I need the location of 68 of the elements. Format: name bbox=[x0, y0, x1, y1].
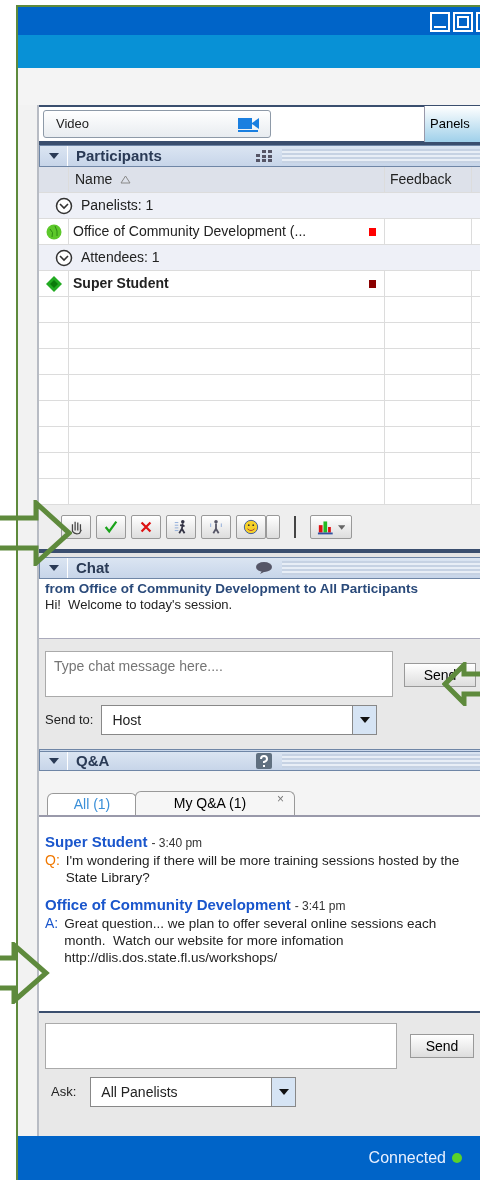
collapse-icon[interactable] bbox=[55, 248, 73, 267]
entry-text: I'm wondering if there will be more training sessions hosted by the State Library? bbox=[65, 852, 461, 886]
timestamp: - 3:41 pm bbox=[294, 899, 346, 913]
table-cell bbox=[39, 349, 69, 375]
help-icon bbox=[256, 753, 272, 769]
speech-bubble-icon bbox=[256, 562, 272, 574]
caret-icon bbox=[337, 524, 345, 530]
sort-ascending-icon bbox=[120, 175, 132, 184]
participant-name: Office of Community Development (... bbox=[73, 222, 307, 241]
panel-title: Q&A bbox=[75, 750, 111, 771]
table-cell bbox=[39, 453, 69, 479]
video-camera-icon bbox=[238, 116, 260, 132]
panels-button[interactable]: Panels bbox=[424, 106, 480, 142]
chat-input[interactable]: Type chat message here.... bbox=[45, 651, 393, 697]
checkmark-icon bbox=[103, 518, 119, 536]
collapse-icon[interactable] bbox=[55, 196, 73, 215]
column-header[interactable]: Feedback bbox=[385, 167, 472, 193]
timestamp: - 3:40 pm bbox=[151, 836, 203, 850]
field-label: Ask: bbox=[51, 1083, 77, 1102]
diamond-icon bbox=[44, 274, 63, 293]
group-label: Panelists: 1 bbox=[81, 196, 154, 215]
column-header bbox=[39, 167, 69, 193]
tab-close-button[interactable]: × bbox=[277, 792, 284, 806]
table-cell bbox=[39, 401, 69, 427]
panel-title: Chat bbox=[75, 557, 111, 578]
recipient-dropdown[interactable]: Host bbox=[101, 705, 378, 735]
table-cell[interactable]: Super Student bbox=[69, 271, 385, 297]
entry-marker: A: bbox=[45, 915, 59, 933]
author-name: Office of Community Development bbox=[45, 896, 291, 913]
grid-dots-icon bbox=[256, 150, 272, 162]
poll-button[interactable] bbox=[310, 515, 352, 539]
caret-icon bbox=[359, 717, 370, 723]
group-row[interactable]: Panelists: 1 bbox=[39, 193, 480, 219]
toolbar-button[interactable] bbox=[201, 515, 231, 539]
column-header[interactable]: Name bbox=[69, 167, 385, 193]
emoticon-icon bbox=[243, 518, 259, 536]
author-name: Super Student bbox=[45, 833, 148, 850]
table-cell bbox=[39, 323, 69, 349]
entry-text: Great question... we plan to offer several online sessions each month. Watch our website for more infomation http://dlis.dos.state.fl.us/workshops/ bbox=[64, 915, 438, 966]
toolbar-button[interactable] bbox=[236, 515, 266, 539]
chat-sender: from Office of Community Development to All Participants bbox=[45, 581, 420, 597]
video-selector[interactable]: Video bbox=[43, 110, 271, 138]
participant-name: Super Student bbox=[73, 274, 169, 293]
caret-icon bbox=[278, 1089, 289, 1095]
connection-status: Connected bbox=[368, 1148, 446, 1168]
collapse-arrow-icon[interactable] bbox=[47, 757, 60, 765]
globe-icon bbox=[45, 223, 62, 240]
entry-marker: Q: bbox=[45, 852, 60, 870]
minimize-icon[interactable] bbox=[430, 12, 450, 32]
table-cell bbox=[39, 375, 69, 401]
toolbar-button[interactable] bbox=[166, 515, 196, 539]
table-cell bbox=[39, 427, 69, 453]
tab[interactable]: My Q&A (1) × bbox=[135, 791, 295, 815]
panel-title: Participants bbox=[75, 145, 163, 166]
walking-figure-icon bbox=[208, 518, 224, 536]
question-input[interactable] bbox=[45, 1023, 397, 1069]
send-button[interactable]: Send bbox=[410, 1034, 474, 1058]
maximize-icon[interactable] bbox=[453, 12, 473, 32]
recipient-dropdown[interactable]: All Panelists bbox=[90, 1077, 297, 1107]
collapse-arrow-icon[interactable] bbox=[47, 564, 60, 572]
collapse-arrow-icon[interactable] bbox=[47, 152, 60, 160]
group-row[interactable]: Attendees: 1 bbox=[39, 245, 480, 271]
field-label: Send to: bbox=[45, 711, 94, 730]
chat-message: Hi! Welcome to today's session. bbox=[45, 597, 234, 613]
tab[interactable]: All (1) bbox=[47, 793, 137, 815]
group-label: Attendees: 1 bbox=[81, 248, 160, 267]
dropdown-button[interactable] bbox=[266, 515, 280, 539]
bar-chart-icon bbox=[317, 519, 334, 535]
